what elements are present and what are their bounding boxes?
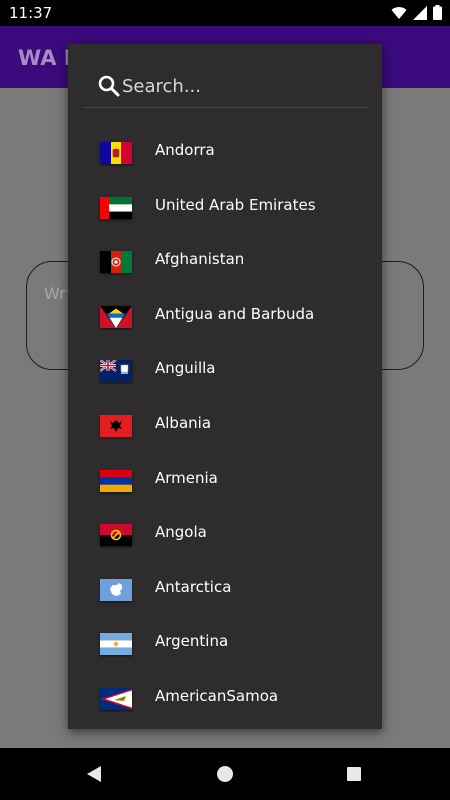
country-item-andorra[interactable]: Andorra [68,122,382,177]
status-icons [391,5,442,25]
afghanistan-flag-icon [100,251,132,274]
antarctica-flag-icon [100,578,132,601]
albania-flag-icon [100,414,132,437]
country-name: Anguilla [155,359,216,378]
country-item-american-samoa[interactable]: AmericanSamoa [68,668,382,723]
country-name: Antigua and Barbuda [155,304,315,323]
wifi-icon [391,6,407,25]
country-picker-dialog: Andorra United Arab Emirates Afghanistan… [68,44,382,729]
country-item-anguilla[interactable]: Anguilla [68,340,382,395]
uae-flag-icon [100,196,132,219]
back-icon[interactable] [86,765,102,788]
argentina-flag-icon [100,633,132,656]
american-samoa-flag-icon [100,687,132,710]
country-name: AmericanSamoa [155,686,279,705]
country-name: Afghanistan [155,250,245,269]
country-item-angola[interactable]: Angola [68,504,382,559]
status-bar: 11:37 [0,0,450,26]
search-icon [98,75,120,102]
country-item-antarctica[interactable]: Antarctica [68,559,382,614]
navigation-bar [0,748,450,800]
country-name: Antarctica [155,577,232,596]
armenia-flag-icon [100,469,132,492]
antigua-flag-icon [100,305,132,328]
country-name: Andorra [155,141,215,159]
country-item-united-arab-emirates[interactable]: United Arab Emirates [68,177,382,232]
country-name: Angola [155,523,207,542]
status-time: 11:37 [9,4,53,22]
country-name: United Arab Emirates [155,195,316,214]
search-input[interactable] [122,72,362,100]
signal-icon [413,5,427,25]
country-item-argentina[interactable]: Argentina [68,613,382,668]
country-list: Andorra United Arab Emirates Afghanistan… [68,122,382,723]
message-input-hint: Wr [44,284,66,303]
country-item-antigua-and-barbuda[interactable]: Antigua and Barbuda [68,286,382,341]
country-item-albania[interactable]: Albania [68,395,382,450]
country-name: Armenia [155,468,218,487]
country-name: Albania [155,413,212,432]
country-name: Argentina [155,632,229,651]
country-item-afghanistan[interactable]: Afghanistan [68,231,382,286]
angola-flag-icon [100,524,132,547]
anguilla-flag-icon [100,360,132,383]
battery-icon [433,5,442,25]
country-item-armenia[interactable]: Armenia [68,450,382,505]
recents-icon[interactable] [347,767,361,781]
andorra-flag-icon [100,142,132,164]
home-icon[interactable] [217,766,233,782]
search-bar [84,64,368,108]
